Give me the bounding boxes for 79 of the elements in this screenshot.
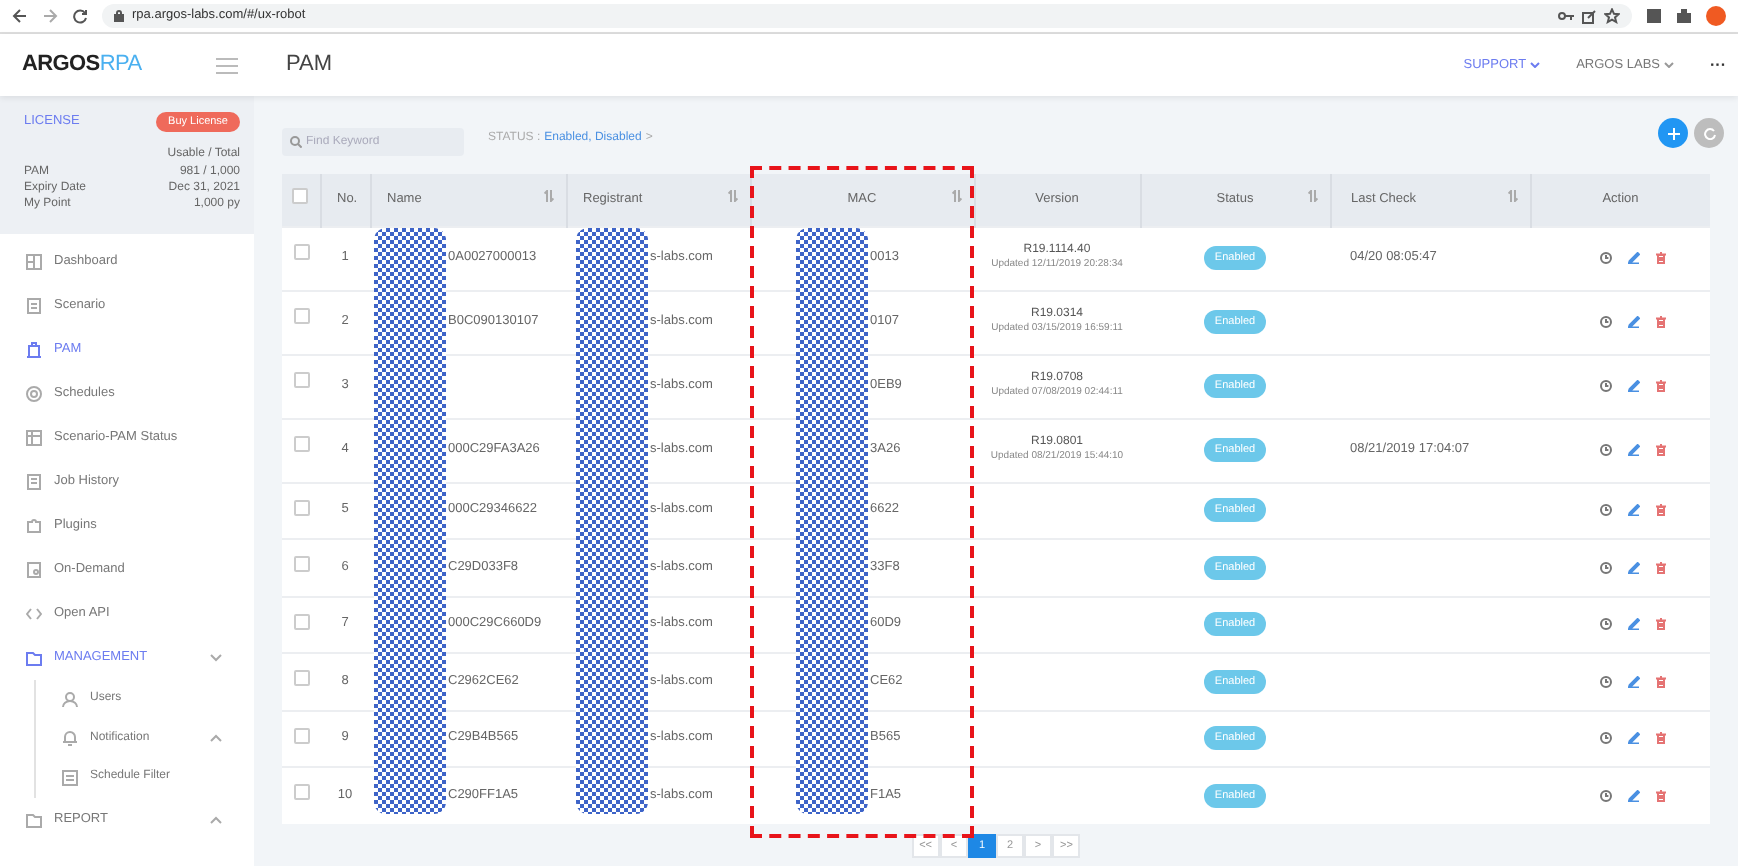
clock-icon[interactable] (1599, 561, 1611, 574)
trash-icon[interactable] (1655, 316, 1665, 328)
row-checkbox[interactable] (293, 670, 309, 686)
refresh-icon (1703, 127, 1715, 139)
logo-text: ARGOSRPA (22, 50, 142, 81)
star-icon[interactable] (1604, 8, 1620, 24)
row-checkbox[interactable] (293, 613, 309, 629)
select-all-checkbox[interactable] (292, 187, 309, 204)
chevron-up-icon (210, 815, 222, 823)
sort-icon[interactable] (727, 190, 737, 202)
document-icon (26, 298, 42, 314)
trash-icon[interactable] (1655, 380, 1665, 392)
clock-icon[interactable] (1599, 380, 1611, 392)
row-checkbox[interactable] (293, 784, 309, 800)
pencil-icon[interactable] (1627, 732, 1639, 745)
forward-icon[interactable] (42, 8, 58, 24)
document-icon (26, 562, 42, 578)
clock-icon[interactable] (1599, 252, 1611, 264)
user-icon (62, 691, 78, 708)
clock-icon[interactable] (1599, 790, 1611, 802)
lock-icon (114, 10, 124, 22)
clock-icon[interactable] (1599, 732, 1611, 745)
pencil-icon[interactable] (1627, 252, 1639, 264)
clock-icon[interactable] (1599, 675, 1611, 688)
trash-icon[interactable] (1655, 504, 1665, 517)
clock-icon[interactable] (1599, 504, 1611, 517)
pencil-icon[interactable] (1627, 561, 1639, 574)
chevron-up-icon (210, 734, 222, 743)
pencil-icon[interactable] (1627, 504, 1639, 517)
trash-icon[interactable] (1655, 790, 1665, 802)
trash-icon[interactable] (1655, 561, 1665, 574)
search-icon (290, 136, 302, 148)
row-checkbox[interactable] (293, 371, 309, 387)
pencil-icon[interactable] (1627, 675, 1639, 688)
row-checkbox[interactable] (293, 499, 309, 515)
more-button[interactable]: ··· (1710, 53, 1726, 77)
list-icon (62, 769, 78, 786)
avatar-circle[interactable] (1706, 6, 1726, 26)
row-checkbox[interactable] (293, 307, 309, 323)
row-checkbox[interactable] (293, 556, 309, 572)
sort-icon[interactable] (951, 190, 961, 202)
row-checkbox[interactable] (293, 435, 309, 451)
pencil-icon[interactable] (1627, 380, 1639, 392)
plus-icon (1667, 127, 1679, 139)
trash-icon[interactable] (1655, 444, 1665, 456)
sort-icon[interactable] (1507, 190, 1517, 202)
reload-icon[interactable] (72, 8, 88, 24)
trash-icon[interactable] (1655, 675, 1665, 688)
caret-icon (1664, 62, 1674, 68)
trash-icon[interactable] (1655, 732, 1665, 745)
key-icon[interactable] (1558, 10, 1574, 22)
clock-icon[interactable] (1599, 444, 1611, 456)
caret-icon (1530, 62, 1541, 68)
refresh-button[interactable] (1694, 118, 1724, 148)
row-checkbox[interactable] (293, 243, 309, 259)
clock-icon[interactable] (1599, 316, 1611, 328)
folder-icon (26, 650, 42, 666)
chevron-down-icon (210, 654, 222, 662)
sort-icon[interactable] (543, 190, 553, 202)
row-checkbox[interactable] (293, 727, 309, 743)
trash-icon[interactable] (1655, 618, 1665, 631)
pencil-icon[interactable] (1627, 316, 1639, 328)
back-icon[interactable] (12, 8, 28, 24)
document-icon (26, 474, 42, 490)
clock-icon[interactable] (1599, 618, 1611, 631)
bell-icon (62, 730, 78, 747)
pencil-icon[interactable] (1627, 444, 1639, 456)
pencil-icon[interactable] (1627, 618, 1639, 631)
grid-icon (26, 430, 42, 446)
dashboard-icon (26, 254, 42, 270)
code-icon (26, 606, 42, 622)
sort-icon[interactable] (1307, 190, 1317, 202)
folder-icon (26, 811, 42, 827)
share-icon[interactable] (1582, 9, 1596, 23)
menu-icon[interactable] (216, 57, 238, 73)
pencil-icon[interactable] (1627, 790, 1639, 802)
add-button[interactable] (1658, 118, 1688, 148)
page-title: PAM (286, 50, 333, 81)
trash-icon[interactable] (1655, 252, 1665, 264)
